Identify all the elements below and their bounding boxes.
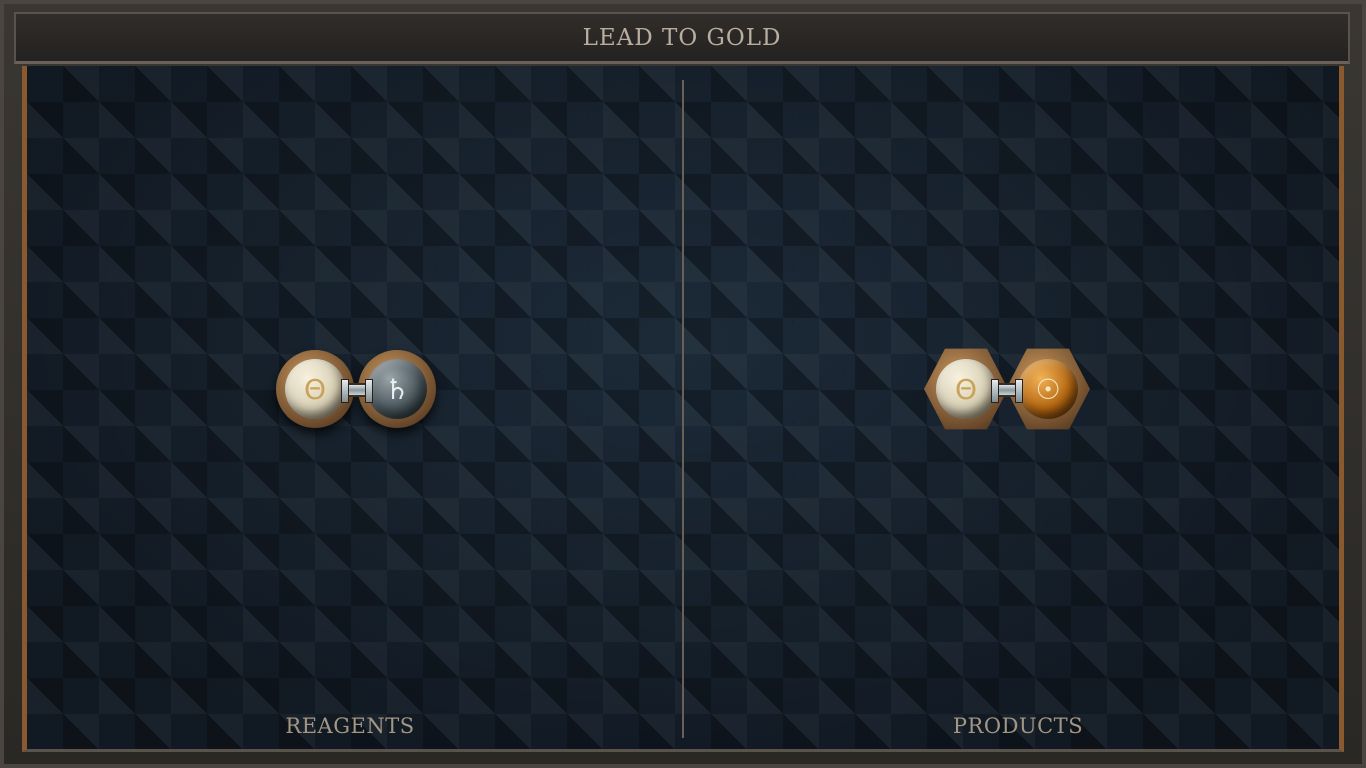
- gold-symbol-icon: ☉: [1018, 359, 1078, 419]
- reagent-molecule[interactable]: Θ ♄: [274, 342, 444, 442]
- products-label: PRODUCTS: [952, 714, 1084, 738]
- title-bar: LEAD TO GOLD: [14, 12, 1350, 64]
- panel-divider: [682, 80, 684, 738]
- lead-symbol-icon: ♄: [367, 359, 427, 419]
- salt-symbol-icon: Θ: [936, 359, 996, 419]
- product-molecule[interactable]: Θ ☉: [924, 342, 1094, 442]
- product-bond: [991, 379, 1023, 403]
- salt-symbol-icon: Θ: [285, 359, 345, 419]
- reagent-bond: [341, 379, 373, 403]
- puzzle-title: LEAD TO GOLD: [582, 24, 782, 51]
- reagents-label: REAGENTS: [285, 714, 415, 738]
